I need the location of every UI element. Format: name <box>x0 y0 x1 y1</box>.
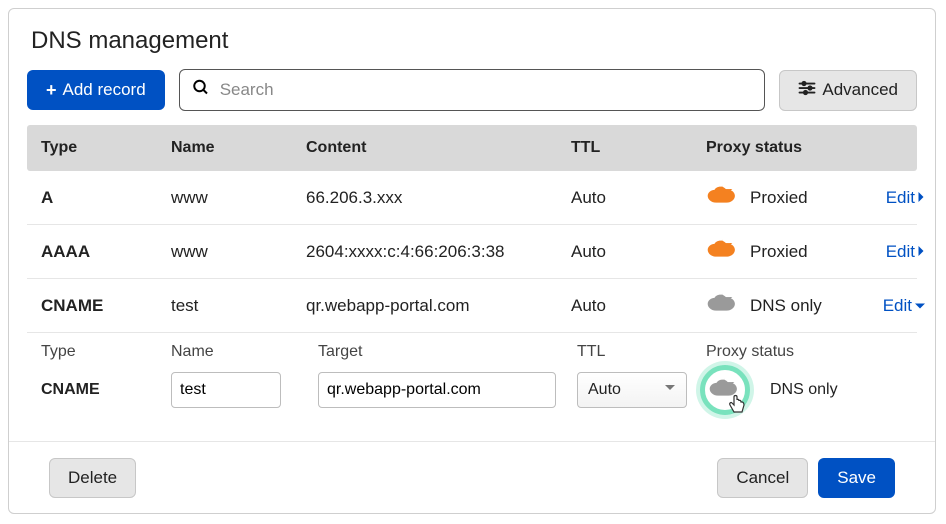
edit-label-type: Type <box>41 343 171 361</box>
add-record-button[interactable]: + Add record <box>27 70 165 110</box>
edit-row: CNAME Auto <box>27 365 917 423</box>
cell-ttl: Auto <box>571 188 706 208</box>
proxy-status-label: Proxied <box>750 242 808 262</box>
table-row: CNAME test qr.webapp-portal.com Auto DNS… <box>27 279 917 333</box>
edit-link[interactable]: Edit <box>846 296 926 316</box>
cell-name: test <box>171 296 306 316</box>
col-name: Name <box>171 139 306 157</box>
cell-content: 66.206.3.xxx <box>306 188 571 208</box>
cell-type: A <box>41 188 171 208</box>
chevron-down-icon <box>914 296 926 316</box>
edit-link-label: Edit <box>886 242 915 262</box>
col-ttl: TTL <box>571 139 706 157</box>
cell-proxy: DNS only <box>706 291 846 320</box>
col-proxy: Proxy status <box>706 139 846 157</box>
edit-ttl-select[interactable]: Auto <box>577 372 687 408</box>
dns-management-panel: DNS management + Add record Advanced <box>8 8 936 514</box>
edit-label-proxy: Proxy status <box>706 343 926 361</box>
cell-ttl: Auto <box>571 242 706 262</box>
table-row: AAAA www 2604:xxxx:c:4:66:206:3:38 Auto … <box>27 225 917 279</box>
search-icon <box>192 79 210 102</box>
proxy-status-label: Proxied <box>750 188 808 208</box>
chevron-down-icon <box>664 381 676 399</box>
edit-target-input[interactable] <box>318 372 556 408</box>
cell-proxy: Proxied <box>706 183 846 212</box>
footer: Delete Cancel Save <box>27 458 917 498</box>
cell-type: AAAA <box>41 242 171 262</box>
page-title: DNS management <box>31 27 917 55</box>
edit-link-label: Edit <box>886 188 915 208</box>
advanced-label: Advanced <box>822 80 898 100</box>
save-button[interactable]: Save <box>818 458 895 498</box>
toolbar: + Add record Advanced <box>27 69 917 111</box>
edit-label-ttl: TTL <box>571 343 706 361</box>
add-record-label: Add record <box>63 80 146 100</box>
delete-button[interactable]: Delete <box>49 458 136 498</box>
col-content: Content <box>306 139 571 157</box>
cloud-dns-only-icon <box>706 291 740 320</box>
cell-name: www <box>171 242 306 262</box>
proxy-toggle-highlight <box>700 365 750 415</box>
cloud-dns-only-icon[interactable] <box>708 376 742 405</box>
edit-link-label: Edit <box>883 296 912 316</box>
col-type: Type <box>41 139 171 157</box>
search-input[interactable] <box>179 69 766 111</box>
table-body: A www 66.206.3.xxx Auto Proxied Edit AAA… <box>27 171 917 333</box>
plus-icon: + <box>46 81 57 99</box>
advanced-button[interactable]: Advanced <box>779 70 917 111</box>
cell-type: CNAME <box>41 296 171 316</box>
edit-ttl-value: Auto <box>588 381 621 399</box>
chevron-right-icon <box>917 242 926 262</box>
cell-name: www <box>171 188 306 208</box>
proxy-status-label: DNS only <box>750 296 822 316</box>
cell-ttl: Auto <box>571 296 706 316</box>
edit-proxy-label: DNS only <box>770 381 838 399</box>
sliders-icon <box>798 80 816 101</box>
divider <box>9 441 935 442</box>
edit-label-target: Target <box>306 343 571 361</box>
cloud-proxied-icon <box>706 183 740 212</box>
table-header: Type Name Content TTL Proxy status <box>27 125 917 171</box>
edit-link[interactable]: Edit <box>846 242 926 262</box>
edit-type-value: CNAME <box>41 381 171 399</box>
table-row: A www 66.206.3.xxx Auto Proxied Edit <box>27 171 917 225</box>
cancel-button[interactable]: Cancel <box>717 458 808 498</box>
edit-label-name: Name <box>171 343 306 361</box>
search-field-wrap <box>179 69 766 111</box>
cell-content: qr.webapp-portal.com <box>306 296 571 316</box>
edit-labels: Type Name Target TTL Proxy status <box>27 333 917 365</box>
cell-proxy: Proxied <box>706 237 846 266</box>
edit-link[interactable]: Edit <box>846 188 926 208</box>
edit-name-input[interactable] <box>171 372 281 408</box>
chevron-right-icon <box>917 188 926 208</box>
cloud-proxied-icon <box>706 237 740 266</box>
cell-content: 2604:xxxx:c:4:66:206:3:38 <box>306 242 571 262</box>
